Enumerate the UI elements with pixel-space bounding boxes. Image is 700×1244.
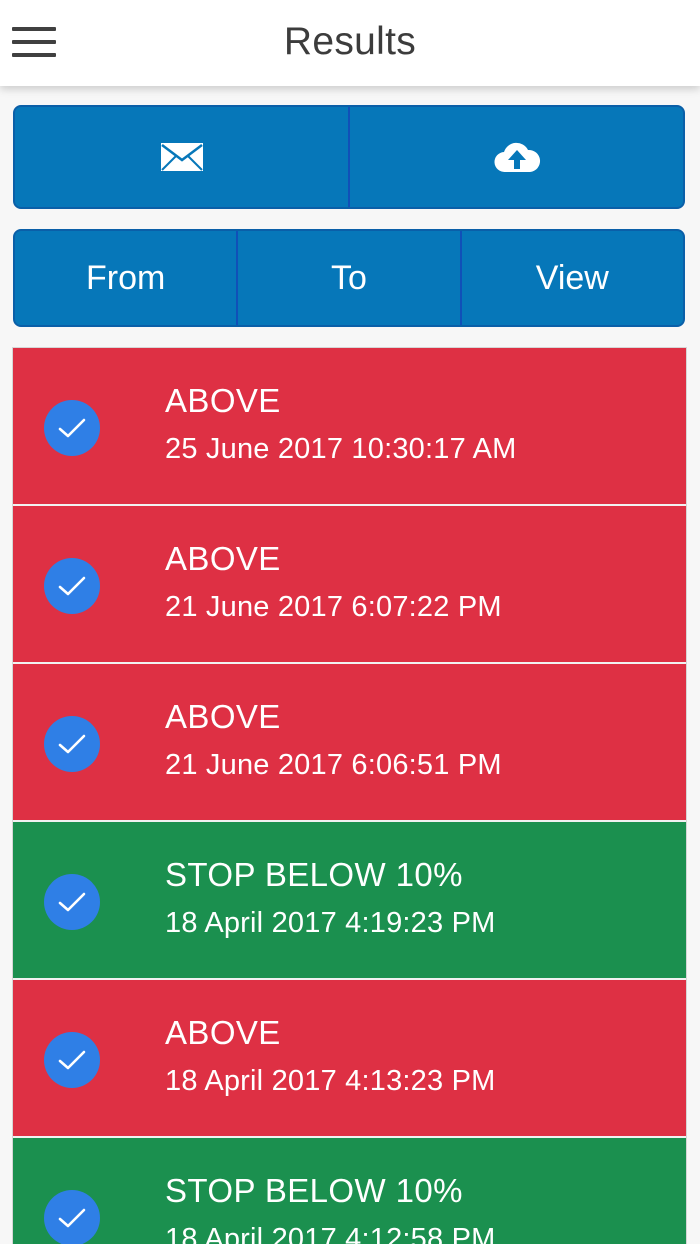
page-title: Results (283, 20, 417, 63)
result-item[interactable]: ABOVE 25 June 2017 10:30:17 AM (13, 348, 686, 506)
result-status: STOP BELOW 10% (165, 1172, 463, 1209)
result-timestamp: 25 June 2017 10:30:17 AM (165, 433, 517, 465)
result-item[interactable]: ABOVE 21 June 2017 6:06:51 PM (13, 664, 686, 822)
checkmark-icon (44, 400, 100, 456)
result-item[interactable]: STOP BELOW 10% 18 April 2017 4:19:23 PM (13, 822, 686, 980)
result-timestamp: 21 June 2017 6:06:51 PM (165, 749, 502, 781)
result-status: ABOVE (165, 540, 281, 577)
checkmark-icon (44, 874, 100, 930)
to-date-button[interactable]: To (238, 231, 462, 325)
results-list: ABOVE 25 June 2017 10:30:17 AM ABOVE 21 … (12, 347, 687, 1244)
result-timestamp: 21 June 2017 6:07:22 PM (165, 591, 502, 623)
results-screen: Results From To View ABOVE 25 June 2017 … (0, 0, 700, 1244)
upload-button[interactable] (350, 107, 683, 207)
app-header: Results (0, 0, 700, 86)
result-status: ABOVE (165, 382, 281, 419)
result-item[interactable]: ABOVE 21 June 2017 6:07:22 PM (13, 506, 686, 664)
result-item[interactable]: STOP BELOW 10% 18 April 2017 4:12:58 PM (13, 1138, 686, 1244)
result-status: STOP BELOW 10% (165, 856, 463, 893)
envelope-icon (160, 143, 203, 171)
checkmark-icon (44, 716, 100, 772)
action-toolbar (13, 105, 685, 209)
checkmark-icon (44, 1032, 100, 1088)
result-item[interactable]: ABOVE 18 April 2017 4:13:23 PM (13, 980, 686, 1138)
view-button[interactable]: View (462, 231, 683, 325)
filter-toolbar: From To View (13, 229, 685, 327)
checkmark-icon (44, 1190, 100, 1244)
result-timestamp: 18 April 2017 4:13:23 PM (165, 1065, 496, 1097)
checkmark-icon (44, 558, 100, 614)
email-button[interactable] (15, 107, 350, 207)
result-timestamp: 18 April 2017 4:19:23 PM (165, 907, 496, 939)
result-status: ABOVE (165, 698, 281, 735)
cloud-upload-icon (493, 142, 540, 173)
result-timestamp: 18 April 2017 4:12:58 PM (165, 1223, 496, 1244)
from-date-button[interactable]: From (15, 231, 239, 325)
result-status: ABOVE (165, 1014, 281, 1051)
